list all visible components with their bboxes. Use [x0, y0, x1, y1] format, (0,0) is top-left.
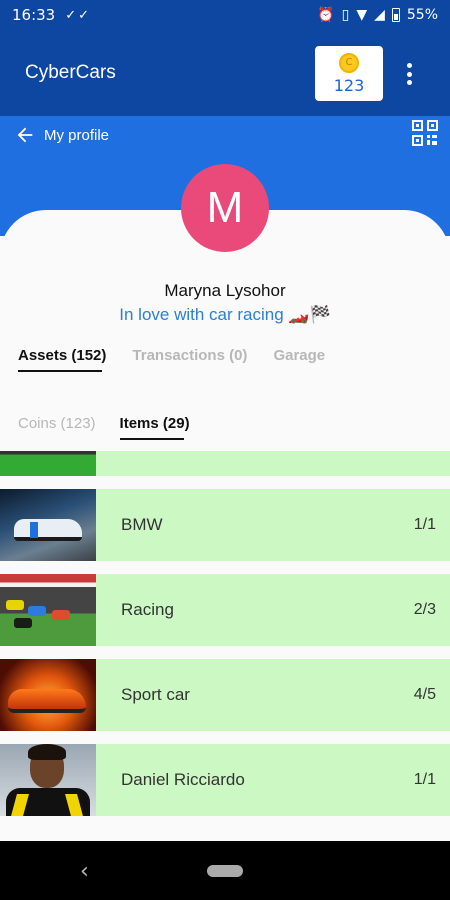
tab-garage[interactable]: Garage	[273, 347, 325, 372]
item-thumbnail	[0, 489, 96, 561]
more-vert-icon[interactable]	[400, 60, 418, 88]
nav-home-icon[interactable]	[207, 865, 243, 877]
coin-balance-button[interactable]: C 123	[315, 46, 383, 101]
battery-percent: 55%	[406, 7, 438, 23]
item-thumbnail	[0, 574, 96, 646]
vibrate-icon: ▯	[341, 7, 350, 23]
profile-name: Maryna Lysohor	[164, 281, 286, 300]
list-item[interactable]: Sport car 4/5	[0, 659, 450, 731]
coin-icon: C	[339, 52, 359, 73]
status-bar: 16:33 ✓✓ ⏰ ▯ ▼ ◢ 55%	[0, 0, 450, 30]
item-count: 1/1	[413, 516, 436, 533]
tab-assets[interactable]: Assets (152)	[18, 347, 106, 372]
avatar[interactable]: M	[181, 164, 269, 252]
coin-balance: 123	[333, 75, 365, 95]
item-label: Racing	[121, 600, 174, 619]
list-item[interactable]: BMW 1/1	[0, 489, 450, 561]
back-button[interactable]: My profile	[14, 124, 109, 146]
battery-icon	[391, 8, 400, 22]
list-item[interactable]: Daniel Ricciardo 1/1	[0, 744, 450, 816]
item-count: 1/1	[413, 771, 436, 788]
asset-tabs: Assets (152) Transactions (0) Garage	[18, 347, 325, 372]
nav-back-icon[interactable]: ‹	[80, 859, 89, 884]
item-label: BMW	[121, 515, 163, 534]
wifi-icon: ▼	[356, 7, 368, 23]
profile-bio: In love with car racing 🏎️🏁	[119, 305, 331, 324]
asset-subtabs: Coins (123) Items (29)	[18, 415, 190, 440]
subtab-items[interactable]: Items (29)	[119, 415, 190, 440]
signal-icon: ◢	[374, 7, 385, 23]
item-thumbnail	[0, 744, 96, 816]
tab-transactions[interactable]: Transactions (0)	[132, 347, 247, 372]
item-label: Sport car	[121, 685, 190, 704]
status-time: 16:33	[12, 6, 56, 24]
arrow-back-icon	[17, 127, 33, 143]
alarm-icon: ⏰	[317, 7, 335, 23]
item-count: 2/3	[413, 601, 436, 618]
system-nav-bar: ‹	[0, 841, 450, 900]
list-item[interactable]	[0, 451, 450, 476]
list-item[interactable]: Racing 2/3	[0, 574, 450, 646]
app-title: CyberCars	[25, 62, 116, 83]
app-bar: CyberCars C 123	[0, 30, 450, 116]
status-icons: ⏰ ▯ ▼ ◢ 55%	[317, 7, 438, 23]
notification-icons: ✓✓	[65, 7, 92, 23]
subtab-coins[interactable]: Coins (123)	[18, 415, 96, 440]
item-thumbnail	[0, 659, 96, 731]
item-thumbnail	[0, 451, 96, 476]
item-count: 4/5	[413, 686, 436, 703]
page-title: My profile	[44, 126, 110, 144]
qr-code-icon[interactable]	[412, 120, 438, 146]
items-list[interactable]: BMW 1/1 Racing 2/3 Sport car 4/5 Daniel …	[0, 451, 450, 841]
item-label: Daniel Ricciardo	[121, 770, 245, 789]
